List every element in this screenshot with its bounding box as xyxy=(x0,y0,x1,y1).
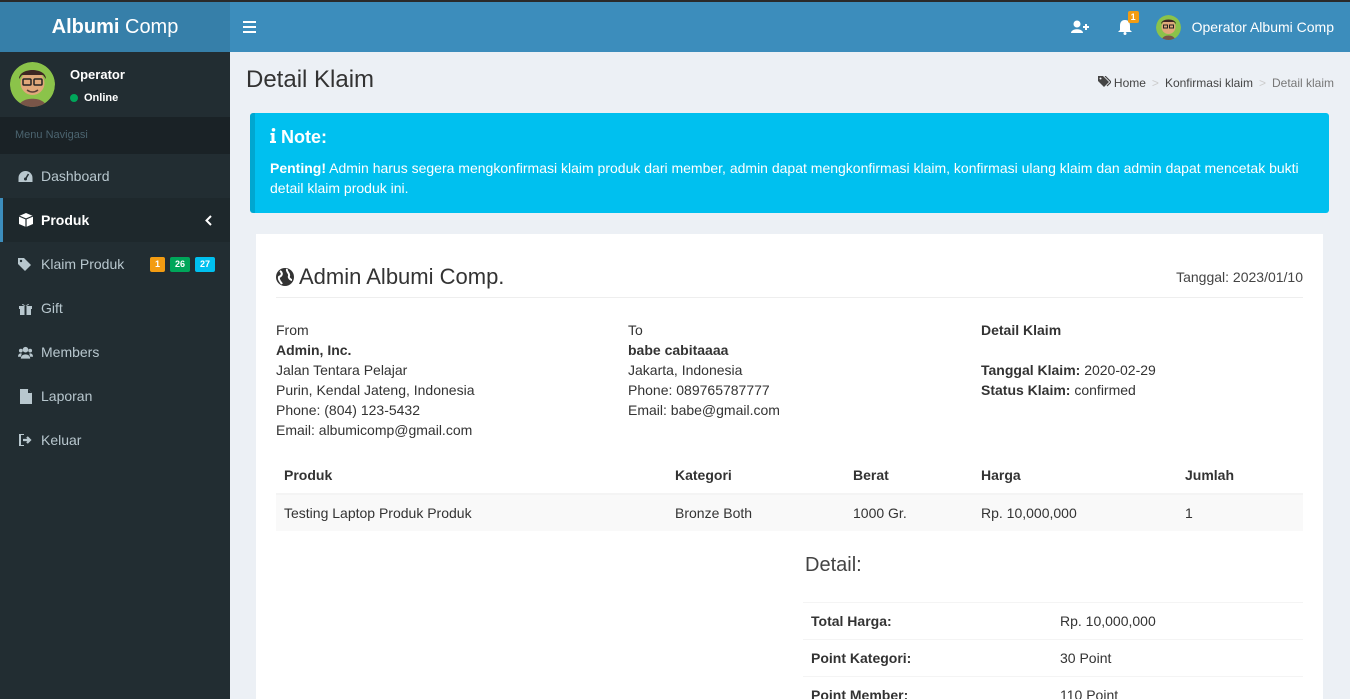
summary-value: 30 Point xyxy=(1052,639,1303,677)
column-header: Berat xyxy=(845,456,973,495)
summary-value: 110 Point xyxy=(1052,676,1303,699)
dashboard-icon xyxy=(18,169,33,184)
invoice-header: Admin Albumi Comp. Tanggal: 2023/01/10 xyxy=(276,264,1303,298)
table-cell: 1000 Gr. xyxy=(845,494,973,531)
sidebar: Operator Online Menu Navigasi Dashboard … xyxy=(0,52,230,699)
klaim-badge-pending: 1 xyxy=(149,257,165,272)
chevron-left-icon xyxy=(205,213,212,229)
summary-label: Point Kategori: xyxy=(803,639,1052,677)
table-cell: Rp. 10,000,000 xyxy=(973,494,1177,531)
invoice-date: Tanggal: 2023/01/10 xyxy=(1176,269,1303,285)
summary-label: Point Member: xyxy=(803,676,1052,699)
note-callout: Note: Penting! Admin harus segera mengko… xyxy=(250,113,1329,213)
tags-icon xyxy=(18,257,33,272)
breadcrumb-current: Detail klaim xyxy=(1271,76,1334,90)
online-status: Online xyxy=(70,92,118,104)
table-cell: Bronze Both xyxy=(667,494,845,531)
globe-icon xyxy=(276,268,294,286)
sidebar-user-name: Operator xyxy=(70,67,125,82)
sidebar-toggle-icon[interactable] xyxy=(243,18,259,36)
gift-icon xyxy=(18,301,33,316)
users-icon xyxy=(18,345,33,360)
cube-icon xyxy=(18,213,33,228)
note-text: Penting! Admin harus segera mengkonfirma… xyxy=(270,160,1299,196)
table-cell: 1 xyxy=(1177,494,1303,531)
breadcrumb-separator: > xyxy=(1151,76,1159,90)
notification-bell-icon[interactable]: 1 xyxy=(1103,2,1148,52)
summary-label: Total Harga: xyxy=(803,602,1052,640)
user-menu-name: Operator Albumi Comp xyxy=(1191,19,1334,35)
sidebar-item-laporan[interactable]: Laporan xyxy=(0,374,230,418)
note-title: Note: xyxy=(270,127,1314,148)
invoice-box: Admin Albumi Comp. Tanggal: 2023/01/10 F… xyxy=(256,234,1323,699)
summary-value: Rp. 10,000,000 xyxy=(1052,602,1303,640)
add-user-icon[interactable] xyxy=(1058,2,1103,52)
table-cell: Testing Laptop Produk Produk xyxy=(276,494,667,531)
user-panel: Operator Online xyxy=(0,52,230,117)
summary-table: Total Harga: Rp. 10,000,000 Point Katego… xyxy=(803,602,1303,699)
sign-out-icon xyxy=(18,433,33,448)
from-address: From Admin, Inc. Jalan Tentara Pelajar P… xyxy=(276,322,475,438)
user-menu[interactable]: Operator Albumi Comp xyxy=(1148,2,1350,52)
claim-detail: Detail Klaim Tanggal Klaim: 2020-02-29 S… xyxy=(981,322,1156,398)
notification-badge: 1 xyxy=(1127,11,1139,23)
summary-row: Point Member: 110 Point xyxy=(803,676,1303,699)
column-header: Kategori xyxy=(667,456,845,495)
items-table: Produk Kategori Berat Harga Jumlah Testi… xyxy=(276,456,1303,531)
file-icon xyxy=(18,388,33,404)
summary-row: Point Kategori: 30 Point xyxy=(803,639,1303,677)
tags-icon xyxy=(1097,75,1112,90)
breadcrumb: Home > Konfirmasi klaim > Detail klaim xyxy=(1097,75,1334,90)
info-icon xyxy=(270,127,276,148)
sidebar-item-members[interactable]: Members xyxy=(0,330,230,374)
brand-logo[interactable]: Albumi Comp xyxy=(0,2,230,52)
menu-header: Menu Navigasi xyxy=(0,117,230,154)
breadcrumb-home[interactable]: Home xyxy=(1114,76,1146,90)
online-dot-icon xyxy=(70,94,78,102)
table-row: Testing Laptop Produk Produk Bronze Both… xyxy=(276,494,1303,531)
column-header: Produk xyxy=(276,456,667,495)
column-header: Jumlah xyxy=(1177,456,1303,495)
column-header: Harga xyxy=(973,456,1177,495)
breadcrumb-separator: > xyxy=(1258,76,1266,90)
sidebar-item-keluar[interactable]: Keluar xyxy=(0,418,230,462)
klaim-badge-total: 27 xyxy=(194,257,215,272)
main-header: Albumi Comp 1 Operator Albumi Comp xyxy=(0,0,1350,52)
klaim-badge-confirmed: 26 xyxy=(169,257,190,272)
breadcrumb-konfirmasi-klaim[interactable]: Konfirmasi klaim xyxy=(1165,76,1253,90)
summary-row: Total Harga: Rp. 10,000,000 xyxy=(803,602,1303,640)
sidebar-item-dashboard[interactable]: Dashboard xyxy=(0,154,230,198)
avatar xyxy=(1155,14,1181,40)
sidebar-item-produk[interactable]: Produk xyxy=(0,198,230,242)
invoice-company: Admin Albumi Comp. xyxy=(276,264,1303,290)
avatar xyxy=(10,62,55,107)
summary-title: Detail: xyxy=(805,554,862,576)
sidebar-item-gift[interactable]: Gift xyxy=(0,286,230,330)
sidebar-item-klaim-produk[interactable]: Klaim Produk 1 26 27 xyxy=(0,242,230,286)
to-address: To babe cabitaaaa Jakarta, Indonesia Pho… xyxy=(628,322,780,418)
page-title: Detail Klaim xyxy=(246,66,375,93)
